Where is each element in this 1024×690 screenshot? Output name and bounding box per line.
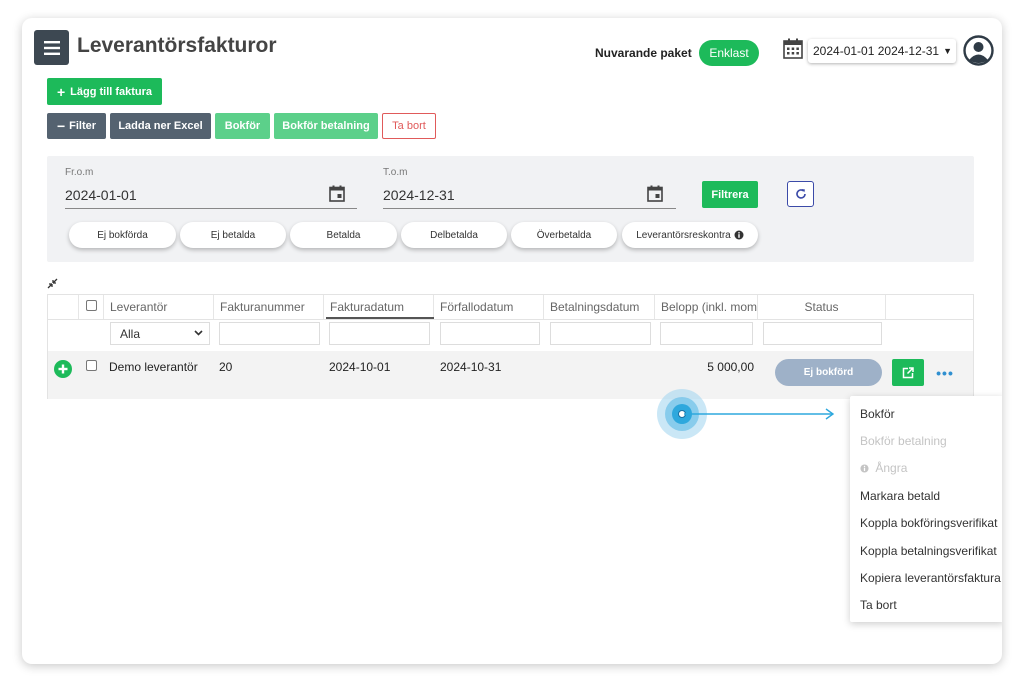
column-header-status[interactable]: Status (758, 295, 886, 319)
package-label: Nuvarande paket (595, 46, 692, 60)
due-date-filter-input[interactable] (440, 322, 540, 345)
chip-overpaid[interactable]: Överbetalda (511, 222, 617, 248)
menu-item-book-payment: Bokför betalning (860, 434, 947, 448)
status-filter-input[interactable] (763, 322, 882, 345)
user-avatar-icon[interactable] (963, 35, 994, 66)
cell-due-date: 2024-10-31 (440, 360, 502, 374)
invoice-number-filter-input[interactable] (219, 322, 320, 345)
menu-item-book[interactable]: Bokför (860, 407, 895, 421)
menu-icon (43, 40, 60, 55)
to-date-input[interactable]: 2024-12-31 (383, 187, 455, 203)
cell-supplier: Demo leverantör (109, 360, 198, 374)
calendar-icon[interactable] (647, 185, 663, 202)
minus-icon: − (56, 118, 66, 134)
to-label: T.o.m (383, 167, 408, 178)
cell-invoice-number: 20 (219, 360, 233, 374)
cell-amount: 5 000,00 (707, 360, 754, 374)
header-divider (48, 319, 973, 320)
supplier-filter-select[interactable]: Alla (110, 322, 210, 345)
menu-item-mark-paid[interactable]: Markara betald (860, 489, 940, 503)
delete-button[interactable]: Ta bort (382, 113, 436, 139)
app-window: Leverantörsfakturor Nuvarande paket Enkl… (22, 18, 1002, 664)
from-date-input[interactable]: 2024-01-01 (65, 187, 137, 203)
invoice-date-filter-input[interactable] (329, 322, 430, 345)
open-invoice-button[interactable] (892, 359, 924, 386)
expand-row-icon[interactable] (54, 360, 72, 378)
to-date-underline (383, 208, 676, 209)
collapse-icon[interactable] (47, 278, 58, 289)
table-row[interactable]: Demo leverantör 20 2024-10-01 2024-10-31… (48, 351, 973, 399)
header-actions-cell (886, 295, 973, 319)
calendar-icon[interactable] (783, 38, 803, 59)
menu-button[interactable] (34, 30, 69, 65)
menu-item-link-payment-voucher[interactable]: Koppla betalningsverifikat (860, 544, 997, 558)
filter-toggle-button[interactable]: − Filter (47, 113, 106, 139)
date-range-select[interactable]: 2024-01-01 2024-12-31 ▼ (808, 39, 956, 63)
amount-filter-input[interactable] (660, 322, 753, 345)
chip-paid[interactable]: Betalda (290, 222, 397, 248)
row-actions-menu: Bokför Bokför betalning Ångra Markara be… (850, 396, 1002, 622)
payment-date-filter-input[interactable] (550, 322, 651, 345)
plus-icon: + (56, 83, 66, 100)
more-actions-button[interactable]: ••• (935, 359, 955, 386)
calendar-icon[interactable] (329, 185, 345, 202)
external-link-icon (902, 366, 914, 378)
add-invoice-button[interactable]: + Lägg till faktura (47, 78, 162, 105)
select-all-checkbox[interactable] (86, 300, 97, 311)
column-header-due-date[interactable]: Förfallodatum (434, 295, 544, 319)
column-header-invoice-number[interactable]: Fakturanummer (214, 295, 324, 319)
menu-item-undo: Ångra (860, 461, 907, 475)
header-select-cell (79, 295, 104, 319)
chip-unpaid[interactable]: Ej betalda (180, 222, 286, 248)
menu-item-delete[interactable]: Ta bort (860, 598, 897, 612)
page-title: Leverantörsfakturor (77, 34, 277, 57)
from-label: Fr.o.m (65, 167, 94, 178)
row-checkbox[interactable] (86, 360, 97, 371)
refresh-button[interactable] (787, 181, 814, 207)
column-header-payment-date[interactable]: Betalningsdatum (544, 295, 655, 319)
chevron-down-icon (194, 330, 203, 336)
refresh-icon (795, 189, 806, 199)
date-range-value: 2024-01-01 2024-12-31 (813, 44, 940, 58)
info-icon (734, 230, 744, 240)
book-payment-button[interactable]: Bokför betalning (274, 113, 378, 139)
chip-not-booked[interactable]: Ej bokförda (69, 222, 176, 248)
filter-panel: Fr.o.m 2024-01-01 T.o.m 2024-12-31 Filtr… (47, 156, 974, 262)
pointer-arrow (684, 408, 835, 420)
more-icon: ••• (936, 364, 954, 381)
column-header-invoice-date[interactable]: Fakturadatum (324, 295, 434, 319)
cell-invoice-date: 2024-10-01 (329, 360, 391, 374)
column-header-supplier[interactable]: Leverantör (104, 295, 214, 319)
from-date-underline (65, 208, 357, 209)
status-badge[interactable]: Ej bokförd (775, 359, 882, 386)
package-badge[interactable]: Enklast (699, 40, 759, 66)
chip-partially-paid[interactable]: Delbetalda (401, 222, 507, 248)
apply-filter-button[interactable]: Filtrera (702, 181, 758, 208)
header-expand-cell (48, 295, 79, 319)
book-button[interactable]: Bokför (215, 113, 270, 139)
chip-supplier-ledger[interactable]: Leverantörsreskontra (622, 222, 758, 248)
invoice-table: Leverantör Fakturanummer Fakturadatum Fö… (47, 294, 974, 399)
menu-item-link-accounting-voucher[interactable]: Koppla bokföringsverifikat (860, 516, 997, 530)
column-header-amount[interactable]: Belopp (inkl. moms) (655, 295, 758, 319)
menu-item-copy-invoice[interactable]: Kopiera leverantörsfaktura (860, 571, 1001, 585)
info-icon (860, 464, 869, 473)
chevron-down-icon: ▼ (943, 46, 953, 56)
download-excel-button[interactable]: Ladda ner Excel (110, 113, 211, 139)
